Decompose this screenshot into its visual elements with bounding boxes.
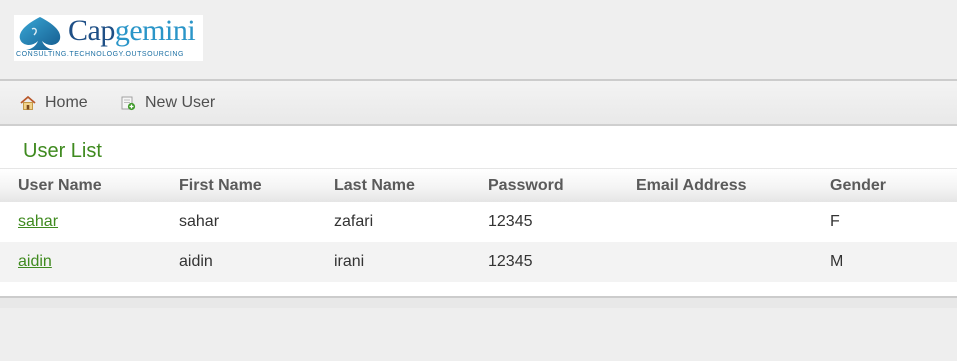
main-nav: Home New User (0, 81, 957, 126)
user-name-link[interactable]: sahar (18, 213, 58, 231)
page-title: User List (23, 140, 102, 162)
logo-wordmark: Capgemini (68, 14, 196, 47)
logo-word-part2: gemini (114, 14, 196, 47)
last-name-cell: irani (334, 253, 365, 270)
password-cell: 12345 (488, 253, 533, 270)
nav-new-user-link[interactable]: New User (120, 93, 215, 113)
nav-home-link[interactable]: Home (20, 93, 88, 113)
last-name-cell: zafari (334, 213, 374, 230)
table-row: aidin aidin irani 12345 M (0, 242, 957, 282)
column-header-last-name[interactable]: Last Name (334, 177, 415, 195)
nav-new-user-label: New User (145, 94, 216, 111)
logo-tagline: CONSULTING.TECHNOLOGY.OUTSOURCING (16, 51, 185, 58)
column-header-first-name[interactable]: First Name (179, 177, 262, 195)
user-list-panel: User List User Name First Name Last Name… (0, 126, 957, 296)
column-header-password[interactable]: Password (488, 177, 564, 195)
add-user-icon (120, 95, 136, 111)
first-name-cell: aidin (179, 253, 213, 270)
column-header-user-name[interactable]: User Name (18, 177, 102, 195)
password-cell: 12345 (488, 213, 533, 230)
gender-cell: F (830, 213, 840, 230)
first-name-cell: sahar (179, 213, 220, 230)
nav-home-label: Home (45, 94, 88, 111)
gender-cell: M (830, 253, 844, 270)
column-header-gender[interactable]: Gender (830, 177, 886, 195)
page-footer (0, 308, 957, 361)
user-name-link[interactable]: aidin (18, 253, 52, 271)
logo-word-part1: Cap (68, 14, 115, 47)
table-header: User Name First Name Last Name Password … (0, 168, 957, 203)
app-header: Capgemini CONSULTING.TECHNOLOGY.OUTSOURC… (0, 0, 957, 81)
column-header-email-address[interactable]: Email Address (636, 177, 747, 195)
home-icon (20, 95, 36, 111)
table-row: sahar sahar zafari 12345 F (0, 202, 957, 242)
capgemini-logo[interactable]: Capgemini CONSULTING.TECHNOLOGY.OUTSOURC… (14, 15, 203, 61)
